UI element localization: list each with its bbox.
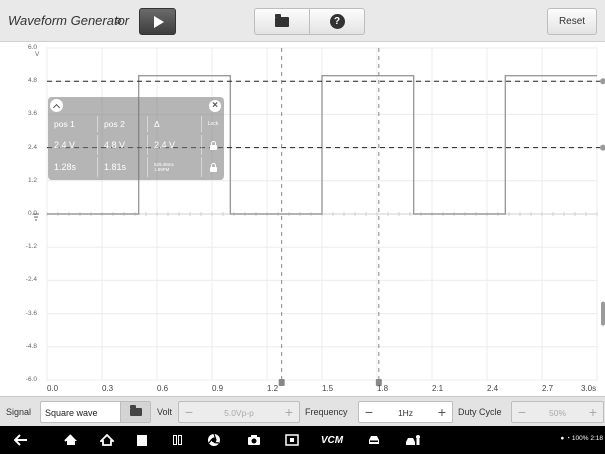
duty-cycle-label: Duty Cycle: [458, 407, 502, 417]
battery-status: 100% 2:18: [571, 435, 603, 442]
chevron-up-icon: [52, 103, 61, 111]
volt-pos2: 4.8 V: [98, 135, 148, 155]
gear-icon: ⚙: [114, 16, 123, 26]
close-icon[interactable]: ×: [209, 100, 221, 112]
folder-icon: [275, 13, 289, 27]
signal-select[interactable]: Square wave: [40, 401, 151, 423]
camera-icon[interactable]: [245, 431, 263, 449]
volt-stepper[interactable]: − 5.0Vp-p +: [178, 401, 300, 423]
recents-icon[interactable]: [133, 431, 151, 449]
y-axis-unit: V: [35, 51, 40, 58]
volt-increase-button[interactable]: +: [282, 404, 296, 420]
time-delta-frequency: 1.89FM: [154, 167, 170, 172]
x-tick-label: 1.5: [322, 384, 334, 393]
open-folder-button[interactable]: [254, 8, 310, 35]
x-tick-label: 1.8: [377, 384, 389, 393]
help-button[interactable]: ?: [309, 8, 365, 35]
time-pos1: 1.28s: [48, 157, 98, 177]
x-tick-label: 1.2: [267, 384, 279, 393]
home-icon[interactable]: [62, 431, 80, 449]
waveform-plot[interactable]: 6.0 4.8 3.6 2.4 1.2 0.0 -1.2 -2.4 -3.6 -4.8 -6.0 V 0…: [0, 42, 605, 396]
header-pos2: pos 2: [98, 116, 148, 132]
time-delta: 529.48ms 1.89FM: [148, 157, 202, 177]
signal-folder-button[interactable]: [120, 402, 150, 422]
lock-icon: [209, 140, 218, 150]
x-tick-label: 2.4: [487, 384, 499, 393]
header-pos1: pos 1: [48, 116, 98, 132]
header-delta: Δ: [148, 116, 202, 132]
y-tick-label: -4.8: [25, 342, 37, 350]
vertical-cursor-handle-1: [278, 379, 285, 386]
status-bar: ● ◔ 100% 2:18: [560, 435, 603, 442]
y-tick-label: 2.4: [27, 143, 37, 151]
y-tick-label: -1.2: [25, 243, 37, 251]
y-tick-label: 6.0: [27, 44, 37, 51]
y-tick-label: 3.6: [27, 110, 37, 118]
y-tick-label: -3.6: [25, 309, 37, 317]
x-tick-label: 0.3: [102, 384, 114, 393]
screen-capture-icon[interactable]: [283, 431, 301, 449]
y-tick-label: 0.0: [27, 210, 37, 217]
help-icon: ?: [329, 14, 345, 29]
header-lock: Lock: [207, 121, 219, 127]
offset-handle: [601, 301, 605, 326]
x-tick-label: 3.0s: [581, 384, 597, 393]
y-tick-label: -6.0: [25, 376, 37, 383]
y-tick-label: -2.4: [25, 276, 37, 284]
volt-lock-button[interactable]: [202, 135, 224, 155]
vcm-icon[interactable]: VCM: [318, 431, 346, 449]
control-bar: Signal Square wave Volt − 5.0Vp-p + Freq…: [0, 396, 605, 426]
frequency-stepper[interactable]: − 1Hz +: [358, 401, 453, 423]
signal-label: Signal: [6, 407, 32, 417]
horizontal-cursor-handle-1: [600, 78, 605, 85]
toolbar: Waveform Generator ⚙ ? Reset: [0, 0, 605, 42]
system-nav-bar: VCM ● ◔ 100% 2:18: [0, 426, 605, 454]
horizontal-cursor-handle-2: [600, 144, 605, 151]
collapse-panel-button[interactable]: [50, 99, 63, 112]
vehicle-service-icon[interactable]: [403, 431, 423, 449]
frequency-increase-button[interactable]: +: [435, 404, 449, 420]
duty-cycle-stepper[interactable]: − 50% +: [511, 401, 604, 423]
x-tick-label: 0.6: [157, 384, 169, 393]
volt-delta: 2.4 V: [148, 135, 202, 155]
y-tick-label: 1.2: [27, 176, 37, 184]
split-screen-icon[interactable]: [168, 431, 186, 449]
back-icon[interactable]: [12, 431, 30, 449]
volt-label: Volt: [157, 407, 173, 417]
time-pos2: 1.81s: [98, 157, 148, 177]
cursor-header-row: pos 1 pos 2 Δ Lock: [48, 116, 224, 132]
cursor-time-row: 1.28s 1.81s 529.48ms 1.89FM: [48, 157, 224, 177]
waveform-chart: [33, 47, 605, 386]
x-tick-label: 0.9: [212, 384, 224, 393]
browser-icon[interactable]: [205, 431, 223, 449]
cursor-volt-row: 2.4 V 4.8 V 2.4 V: [48, 135, 224, 155]
y-tick-label: 4.8: [27, 77, 37, 85]
play-button[interactable]: [139, 8, 176, 35]
reset-button[interactable]: Reset: [547, 8, 597, 35]
x-tick-label: 0.0: [47, 384, 59, 393]
x-tick-label: 2.1: [432, 384, 444, 393]
play-icon: [154, 15, 164, 28]
wifi-icon: ◔: [566, 435, 571, 442]
volt-value: 5.0Vp-p: [224, 408, 254, 418]
frequency-label: Frequency: [305, 407, 348, 417]
app-title: Waveform Generator: [8, 13, 130, 28]
folder-icon: [129, 405, 142, 416]
lock-icon: [209, 162, 218, 172]
x-tick-label: 2.7: [542, 384, 554, 393]
duty-cycle-increase-button[interactable]: +: [586, 404, 600, 420]
car-icon[interactable]: [365, 431, 383, 449]
location-icon: ●: [560, 435, 565, 442]
volt-pos1: 2.4 V: [48, 135, 98, 155]
home-outline-icon[interactable]: [98, 431, 116, 449]
cursor-measurement-panel: pos 1 pos 2 Δ Lock 2.4 V 4.8 V 2.4 V 1.2…: [48, 97, 224, 180]
time-lock-button[interactable]: [202, 157, 224, 177]
signal-value: Square wave: [45, 408, 98, 418]
